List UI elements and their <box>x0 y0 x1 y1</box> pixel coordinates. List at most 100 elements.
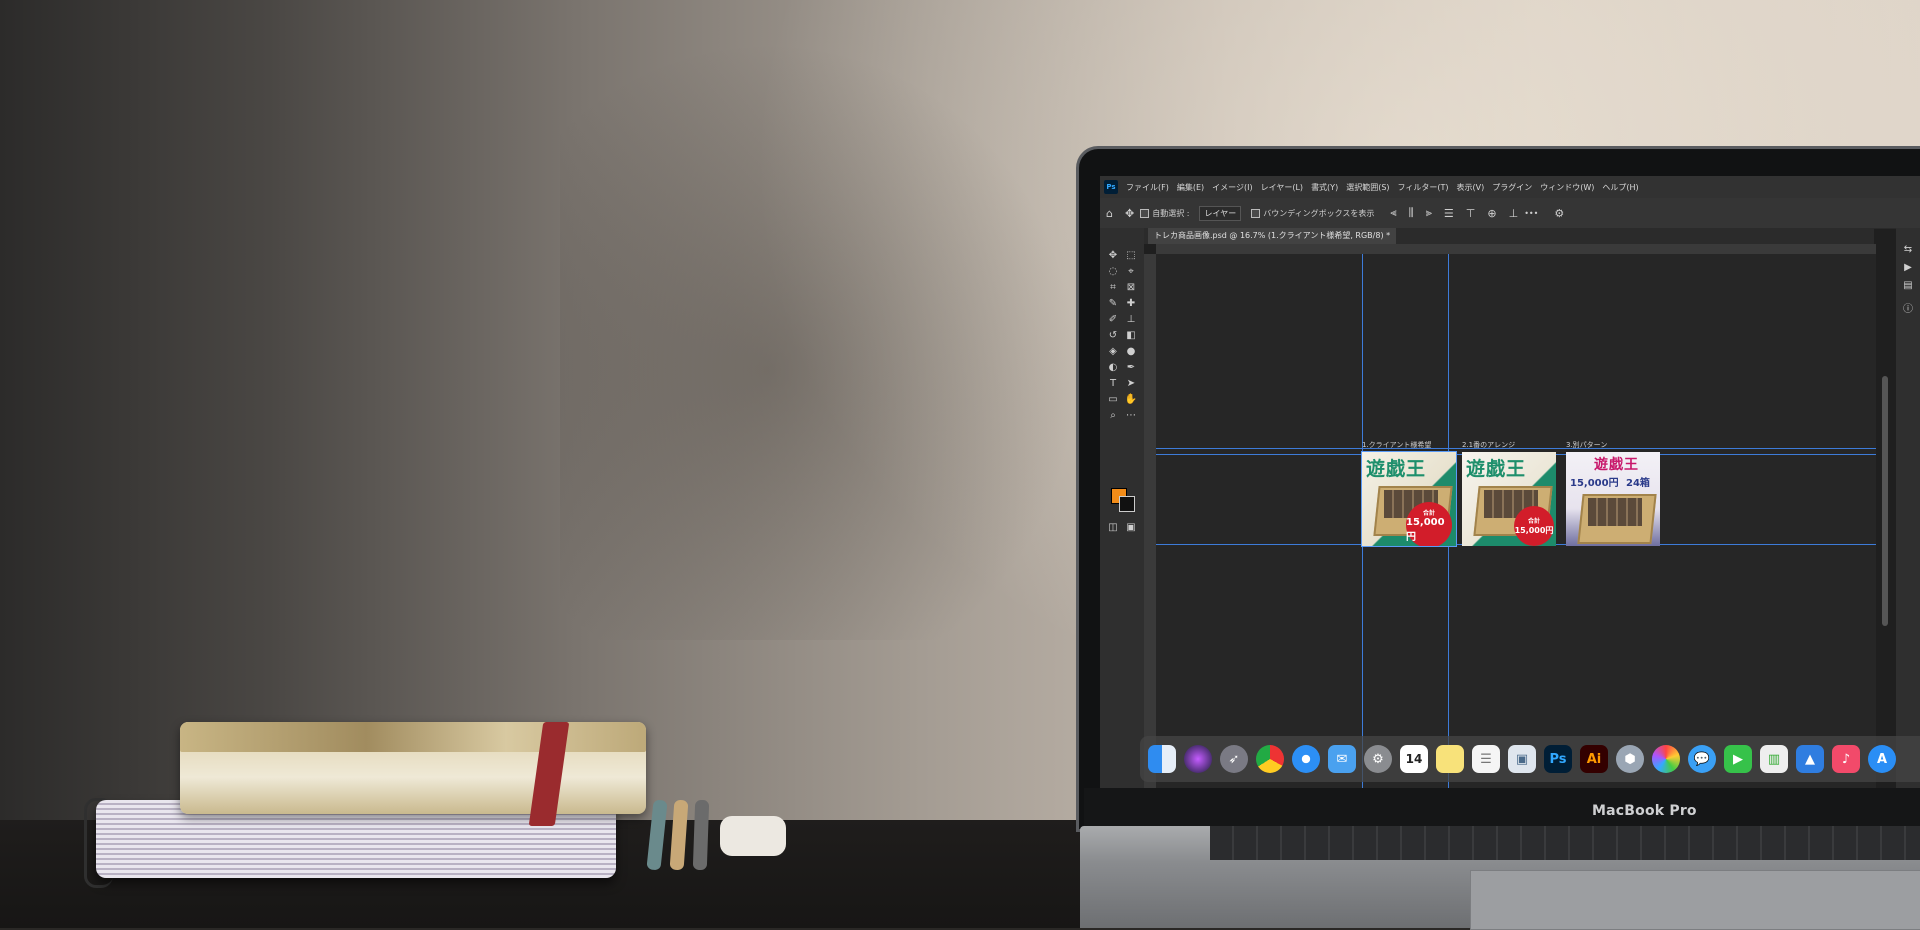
paint-bucket-icon[interactable]: ◈ <box>1106 346 1120 358</box>
messages-icon[interactable]: 💬 <box>1688 745 1716 773</box>
align-center-icon[interactable]: ⫼ <box>1409 206 1414 220</box>
background-color-swatch[interactable] <box>1119 496 1135 512</box>
zoom-tool-icon[interactable]: ⌕ <box>1106 410 1120 422</box>
eyedropper-icon[interactable]: ✎ <box>1106 298 1120 310</box>
photoshop-menubar: Ps ファイル(F) 編集(E) イメージ(I) レイヤー(L) 書式(Y) 選… <box>1100 176 1920 198</box>
distribute-icon[interactable]: ☰ <box>1444 207 1454 220</box>
home-icon[interactable]: ⌂ <box>1106 207 1113 220</box>
vertical-ruler <box>1144 254 1156 788</box>
screen-mode-icon[interactable]: ▣ <box>1124 522 1138 534</box>
system-preferences-icon[interactable]: ⚙ <box>1364 745 1392 773</box>
hand-tool-icon[interactable]: ✋ <box>1124 394 1138 406</box>
auto-select-label: 自動選択 : <box>1152 208 1190 218</box>
app-store-icon[interactable]: A <box>1868 745 1896 773</box>
illustrator-icon[interactable]: Ai <box>1580 745 1608 773</box>
menu-image[interactable]: イメージ(I) <box>1212 182 1252 193</box>
panel-expand-icon[interactable]: ⇆ <box>1902 244 1914 256</box>
checkbox-icon <box>1251 208 1261 218</box>
card-box-compartments <box>1588 498 1642 526</box>
menu-select[interactable]: 選択範囲(S) <box>1346 182 1389 193</box>
align-top-icon[interactable]: ⊤ <box>1466 207 1476 220</box>
artboard-3[interactable]: 遊戯王 15,000円 24箱 <box>1566 452 1660 546</box>
menu-plugins[interactable]: プラグイン <box>1492 182 1532 193</box>
menu-help[interactable]: ヘルプ(H) <box>1602 182 1638 193</box>
auto-select-checkbox[interactable]: 自動選択 : <box>1140 208 1189 219</box>
safari-icon[interactable] <box>1292 745 1320 773</box>
menu-edit[interactable]: 編集(E) <box>1177 182 1204 193</box>
comment-icon[interactable]: ▤ <box>1902 280 1914 292</box>
laptop-chin <box>1084 788 1920 828</box>
photos-icon[interactable] <box>1652 745 1680 773</box>
selection-bounding-box[interactable] <box>1361 451 1457 547</box>
music-icon[interactable]: ♪ <box>1832 745 1860 773</box>
mail-icon[interactable]: ✉ <box>1328 745 1356 773</box>
chrome-icon[interactable] <box>1256 745 1284 773</box>
blur-tool-icon[interactable]: ● <box>1124 346 1138 358</box>
rectangle-tool-icon[interactable]: ▭ <box>1106 394 1120 406</box>
play-icon[interactable]: ▶ <box>1902 262 1914 274</box>
numbers-icon[interactable]: ▥ <box>1760 745 1788 773</box>
dodge-tool-icon[interactable]: ◐ <box>1106 362 1120 374</box>
gear-icon[interactable]: ⚙ <box>1554 207 1564 220</box>
vertical-scrollbar[interactable] <box>1882 376 1888 626</box>
more-tools-icon[interactable]: ⋯ <box>1124 410 1138 422</box>
keynote-icon[interactable]: ▲ <box>1796 745 1824 773</box>
launchpad-icon[interactable]: ➶ <box>1220 745 1248 773</box>
auto-select-dropdown[interactable]: レイヤー <box>1199 205 1242 221</box>
badge-line1: 合計 <box>1527 518 1540 525</box>
move-tool-icon[interactable]: ✥ <box>1125 207 1134 220</box>
document-canvas[interactable]: 1.クライアント様希望 遊戯王 合計 15,000円 2.1番のアレンジ 遊戯王… <box>1156 254 1876 788</box>
align-middle-icon[interactable]: ⊕ <box>1487 207 1496 220</box>
box-count-text: 24箱 <box>1626 478 1650 489</box>
calendar-icon[interactable]: 14 <box>1400 745 1428 773</box>
artboard-label[interactable]: 1.クライアント様希望 <box>1362 440 1431 450</box>
artboard-label[interactable]: 2.1番のアレンジ <box>1462 440 1515 450</box>
align-left-icon[interactable]: ⫷ <box>1390 206 1396 220</box>
artboard-2[interactable]: 遊戯王 合計 15,000円 <box>1462 452 1556 546</box>
marquee-tool-icon[interactable]: ⬚ <box>1124 250 1138 262</box>
align-right-icon[interactable]: ⫸ <box>1426 206 1432 220</box>
info-icon[interactable]: ⓘ <box>1902 304 1914 316</box>
quick-mask-icon[interactable]: ◫ <box>1106 522 1120 534</box>
stamp-tool-icon[interactable]: ⊥ <box>1124 314 1138 326</box>
path-select-icon[interactable]: ➤ <box>1124 378 1138 390</box>
horizontal-ruler <box>1156 244 1876 254</box>
more-options-button[interactable]: ••• <box>1524 209 1538 218</box>
frame-tool-icon[interactable]: ⊠ <box>1124 282 1138 294</box>
photoshop-icon[interactable]: Ps <box>1544 745 1572 773</box>
history-brush-icon[interactable]: ↺ <box>1106 330 1120 342</box>
right-panel-dock: ⇆ ▶ ▤ ⓘ <box>1896 228 1920 788</box>
crop-tool-icon[interactable]: ⌗ <box>1106 282 1120 294</box>
app-icon[interactable]: ⬢ <box>1616 745 1644 773</box>
preview-icon[interactable]: ▣ <box>1508 745 1536 773</box>
siri-icon[interactable] <box>1184 745 1212 773</box>
bounding-box-checkbox[interactable]: バウンディングボックスを表示 <box>1251 208 1374 219</box>
eraser-tool-icon[interactable]: ◧ <box>1124 330 1138 342</box>
move-tool-icon[interactable]: ✥ <box>1106 250 1120 262</box>
options-bar: ⌂ ✥ 自動選択 : レイヤー バウンディングボックスを表示 ⫷ ⫼ ⫸ ☰ ⊤… <box>1100 198 1920 229</box>
type-tool-icon[interactable]: T <box>1106 378 1120 390</box>
healing-brush-icon[interactable]: ✚ <box>1124 298 1138 310</box>
menu-filter[interactable]: フィルター(T) <box>1398 182 1449 193</box>
menu-file[interactable]: ファイル(F) <box>1126 182 1169 193</box>
artboard-label[interactable]: 3.別パターン <box>1566 440 1607 450</box>
facetime-icon[interactable]: ▶ <box>1724 745 1752 773</box>
price-badge: 合計 15,000円 <box>1514 506 1554 546</box>
align-bottom-icon[interactable]: ⊥ <box>1509 207 1519 220</box>
reminders-icon[interactable]: ☰ <box>1472 745 1500 773</box>
checkbox-icon <box>1140 208 1150 218</box>
document-tab[interactable]: トレカ商品画像.psd @ 16.7% (1.クライアント様希望, RGB/8)… <box>1148 228 1397 244</box>
finder-icon[interactable] <box>1148 745 1176 773</box>
quick-select-icon[interactable]: ⌖ <box>1124 266 1138 278</box>
notes-icon[interactable] <box>1436 745 1464 773</box>
laptop-brand: MacBook Pro <box>1592 803 1697 819</box>
brush-tool-icon[interactable]: ✐ <box>1106 314 1120 326</box>
menu-window[interactable]: ウィンドウ(W) <box>1540 182 1594 193</box>
pen-tool-icon[interactable]: ✒ <box>1124 362 1138 374</box>
artboard-title: 遊戯王 <box>1466 458 1527 480</box>
menu-type[interactable]: 書式(Y) <box>1311 182 1338 193</box>
menu-view[interactable]: 表示(V) <box>1457 182 1485 193</box>
photoshop-logo-icon[interactable]: Ps <box>1104 180 1118 194</box>
lasso-tool-icon[interactable]: ◌ <box>1106 266 1120 278</box>
menu-layer[interactable]: レイヤー(L) <box>1261 182 1303 193</box>
